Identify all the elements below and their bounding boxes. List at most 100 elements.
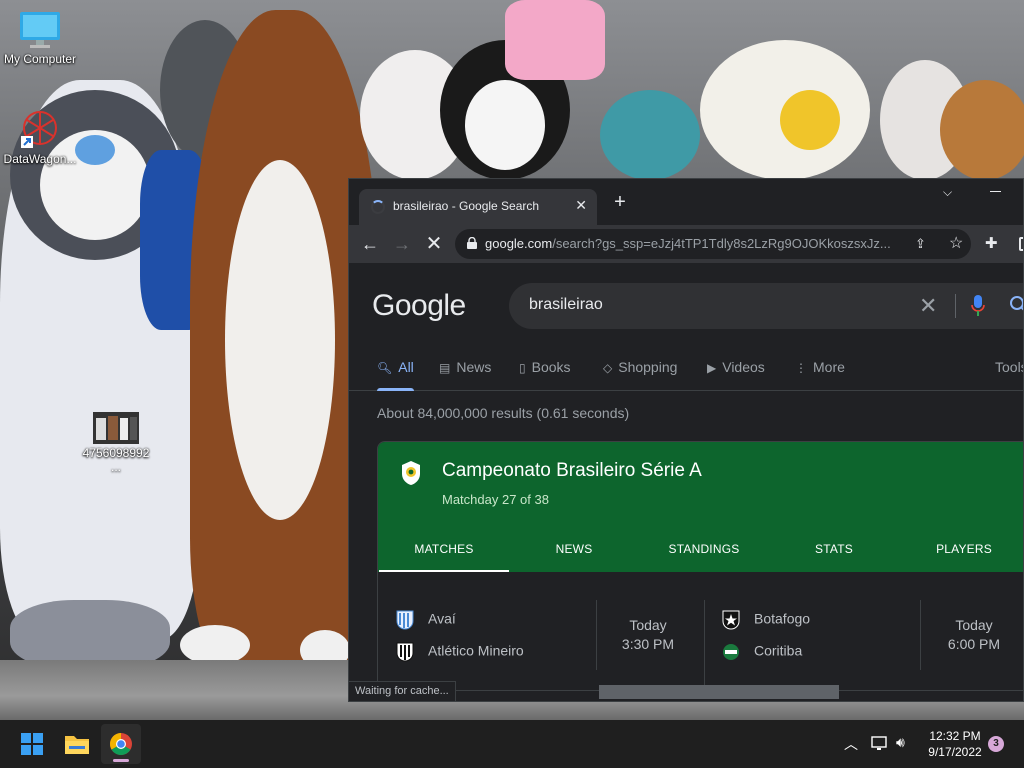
home-team: Botafogo bbox=[722, 610, 810, 630]
tab-more[interactable]: ⋮ More bbox=[795, 359, 845, 375]
start-button[interactable] bbox=[12, 724, 52, 764]
atletico-mineiro-badge-icon bbox=[396, 642, 414, 662]
desktop-icon-label: DataWagon... bbox=[3, 152, 77, 166]
tab-shopping[interactable]: ◇ Shopping bbox=[603, 359, 677, 375]
wallpaper-shape bbox=[940, 80, 1024, 180]
match-card[interactable]: Botafogo Coritiba Today 6:00 PM bbox=[704, 572, 1023, 690]
league-crest-icon bbox=[402, 461, 420, 485]
wallpaper-shape bbox=[225, 160, 335, 520]
tab-books[interactable]: ▯ Books bbox=[519, 359, 571, 375]
desktop-icon-my-computer[interactable]: My Computer bbox=[0, 10, 80, 66]
search-divider bbox=[955, 294, 956, 318]
loading-spinner-icon bbox=[371, 200, 385, 214]
clear-search-icon[interactable]: ✕ bbox=[919, 293, 937, 319]
sports-card-header: Campeonato Brasileiro Série A Matchday 2… bbox=[378, 442, 1023, 572]
folder-icon bbox=[65, 736, 89, 754]
team-name: Avaí bbox=[428, 610, 456, 627]
wallpaper-shape bbox=[780, 90, 840, 150]
image-thumbnail-icon bbox=[93, 412, 139, 444]
team-name: Coritiba bbox=[754, 642, 803, 659]
clock-time: 12:32 PM bbox=[929, 729, 981, 743]
tab-news[interactable]: ▤ News bbox=[439, 359, 491, 375]
taskbar: ︿ 🔊︎ 12:32 PM 9/17/2022 3 bbox=[0, 720, 1024, 768]
chrome-icon bbox=[110, 733, 132, 755]
match-divider bbox=[596, 600, 597, 670]
tab-tools[interactable]: Tools bbox=[995, 359, 1023, 375]
card-tab-news[interactable]: NEWS bbox=[509, 542, 639, 556]
volume-icon[interactable]: 🔊︎ bbox=[896, 734, 905, 751]
newspaper-icon: ▤ bbox=[439, 361, 451, 375]
url-host: google.com bbox=[485, 236, 553, 251]
minimize-icon[interactable] bbox=[989, 183, 1003, 197]
match-day: Today bbox=[955, 617, 993, 633]
coritiba-badge-icon bbox=[723, 644, 739, 660]
home-team: Avaí bbox=[396, 610, 456, 630]
team-name: Atlético Mineiro bbox=[428, 642, 524, 659]
card-tab-standings[interactable]: STANDINGS bbox=[639, 542, 769, 556]
datawagon-app-icon bbox=[21, 111, 57, 148]
tab-videos[interactable]: ▶ Videos bbox=[707, 359, 765, 375]
wallpaper-shape bbox=[75, 135, 115, 165]
wallpaper-shape bbox=[505, 0, 605, 80]
bookmark-star-icon[interactable]: ☆ bbox=[949, 233, 963, 253]
card-tab-stats[interactable]: STATS bbox=[769, 542, 899, 556]
show-hidden-icons-chevron-icon[interactable]: ︿ bbox=[844, 734, 858, 754]
league-title[interactable]: Campeonato Brasileiro Série A bbox=[442, 460, 702, 482]
back-arrow-icon[interactable]: ← bbox=[357, 231, 383, 257]
network-icon[interactable] bbox=[870, 736, 888, 752]
desktop-icon-datawagon[interactable]: DataWagon... bbox=[0, 106, 80, 166]
search-magnifier-icon[interactable] bbox=[1009, 295, 1024, 315]
notification-badge[interactable]: 3 bbox=[988, 736, 1004, 752]
match-divider bbox=[920, 600, 921, 670]
team-name: Botafogo bbox=[754, 610, 811, 627]
windows-logo-icon bbox=[21, 733, 43, 755]
tab-title: brasileirao - Google Search bbox=[393, 199, 540, 213]
tab-label: Tools bbox=[995, 359, 1023, 375]
search-box[interactable]: brasileirao ✕ bbox=[509, 283, 1024, 329]
sports-card: Campeonato Brasileiro Série A Matchday 2… bbox=[377, 441, 1023, 691]
tab-all[interactable]: 🔍︎ All bbox=[377, 359, 414, 391]
more-vertical-icon: ⋮ bbox=[795, 361, 807, 375]
chrome-taskbar-button[interactable] bbox=[101, 724, 141, 764]
clock-date: 9/17/2022 bbox=[928, 745, 982, 759]
card-tab-matches[interactable]: MATCHES bbox=[379, 542, 509, 572]
match-card[interactable]: Avaí Atlético Mineiro Today 3:30 PM bbox=[378, 572, 704, 690]
side-panel-icon[interactable] bbox=[1019, 237, 1023, 251]
avai-badge-icon bbox=[396, 610, 414, 630]
card-tab-players[interactable]: PLAYERS bbox=[899, 542, 1023, 556]
google-logo[interactable]: Google bbox=[372, 289, 466, 323]
horizontal-scrollbar[interactable] bbox=[599, 685, 839, 699]
tab-label: Videos bbox=[722, 359, 765, 375]
close-tab-icon[interactable]: ✕ bbox=[575, 197, 587, 214]
tab-label: All bbox=[398, 359, 414, 375]
lock-icon bbox=[467, 237, 477, 249]
browser-tab[interactable]: brasileirao - Google Search ✕ bbox=[359, 189, 597, 225]
tab-label: Shopping bbox=[618, 359, 678, 375]
search-icon: 🔍︎ bbox=[377, 361, 393, 375]
away-team: Coritiba bbox=[722, 642, 802, 662]
extensions-puzzle-icon[interactable]: ✚ bbox=[985, 234, 998, 252]
file-explorer-button[interactable] bbox=[57, 724, 97, 764]
status-bubble: Waiting for cache... bbox=[349, 681, 456, 701]
share-icon[interactable]: ⇪ bbox=[915, 236, 926, 252]
microphone-icon[interactable] bbox=[971, 295, 985, 317]
tab-label: Books bbox=[531, 359, 571, 375]
book-icon: ▯ bbox=[519, 361, 526, 375]
system-clock[interactable]: 12:32 PM 9/17/2022 bbox=[918, 728, 992, 760]
desktop-icon-label: 4756098992 ... bbox=[82, 446, 150, 474]
google-results-page: Google brasileirao ✕ 🔍︎ All ▤ News ▯ Books … bbox=[349, 263, 1024, 701]
stop-loading-icon[interactable]: ✕ bbox=[421, 231, 447, 257]
search-query-text: brasileirao bbox=[529, 296, 603, 313]
tab-label: News bbox=[456, 359, 492, 375]
chrome-window: brasileirao - Google Search ✕ + ⌵ ← → ✕ … bbox=[348, 178, 1024, 702]
tab-label: More bbox=[813, 359, 845, 375]
forward-arrow-icon[interactable]: → bbox=[389, 231, 415, 257]
tag-icon: ◇ bbox=[603, 361, 613, 375]
address-bar[interactable]: google.com/search?gs_ssp=eJzj4tTP1Tdly8s… bbox=[455, 229, 971, 259]
botafogo-badge-icon bbox=[722, 610, 740, 630]
wallpaper-shape bbox=[600, 90, 700, 180]
tab-search-chevron-icon[interactable]: ⌵ bbox=[943, 185, 952, 200]
wallpaper-shape bbox=[465, 80, 545, 170]
new-tab-icon[interactable]: + bbox=[609, 191, 631, 214]
desktop-icon-image-file[interactable]: 4756098992 ... bbox=[76, 412, 156, 474]
